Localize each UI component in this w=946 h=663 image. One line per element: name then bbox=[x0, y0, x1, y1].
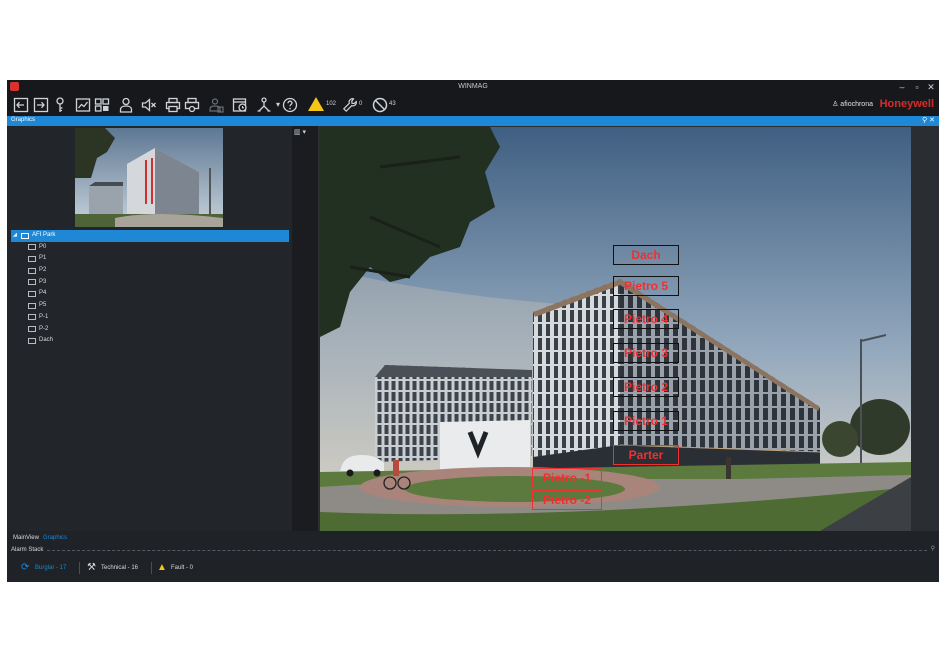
toolbar: ▾ 102 0 43 ♙ afiochrona Honeywell bbox=[7, 94, 939, 116]
alarm-technical-label: Technical - 16 bbox=[101, 565, 139, 571]
tree-item-label: P3 bbox=[39, 278, 47, 285]
floor-marker-dach[interactable]: Dach bbox=[613, 245, 679, 265]
tree-item-label: P2 bbox=[39, 267, 47, 274]
floor-marker-pietro-2[interactable]: Pietro 2 bbox=[613, 377, 679, 397]
tree-root-afi-park[interactable]: ◢ AFI Park bbox=[11, 230, 289, 242]
preview-thumbnail[interactable] bbox=[75, 128, 223, 227]
dashboard-icon[interactable] bbox=[93, 96, 111, 114]
logout-icon[interactable] bbox=[12, 96, 30, 114]
pin-icon[interactable]: ⚲ bbox=[922, 117, 927, 124]
brand-logo: Honeywell bbox=[879, 98, 934, 110]
technical-count: 0 bbox=[359, 101, 363, 107]
divider bbox=[47, 550, 927, 551]
floor-marker-pietro-minus-1[interactable]: Pietro -1 bbox=[532, 468, 602, 488]
user-icon[interactable] bbox=[117, 96, 135, 114]
help-icon[interactable] bbox=[281, 96, 299, 114]
tree-item[interactable]: P-1 bbox=[11, 312, 289, 324]
chart-icon[interactable] bbox=[74, 96, 92, 114]
tree-item[interactable]: P4 bbox=[11, 288, 289, 300]
mute-icon[interactable] bbox=[140, 96, 158, 114]
map-node-icon bbox=[28, 267, 36, 274]
floor-marker-pietro-1[interactable]: Pietro 1 bbox=[613, 411, 679, 431]
map-node-icon bbox=[28, 337, 36, 344]
alarm-fault[interactable]: ▲ Fault - 0 bbox=[157, 561, 217, 575]
floor-marker-pietro-4[interactable]: Pietro 4 bbox=[613, 309, 679, 329]
map-node-icon bbox=[28, 255, 36, 262]
floor-marker-pietro-5[interactable]: Pietro 5 bbox=[613, 276, 679, 296]
navigation-pane: ◢ AFI Park P0 P1 P2 P3 P4 P5 P-1 P-2 Dac… bbox=[7, 126, 292, 531]
tree-item[interactable]: P0 bbox=[11, 242, 289, 254]
alarm-stack: ⟳ Burglar - 17 ⚒ Technical - 16 ▲ Fault … bbox=[7, 557, 939, 579]
map-node-icon bbox=[28, 244, 36, 251]
key-icon[interactable] bbox=[51, 96, 69, 114]
window-title: WINMAG bbox=[458, 83, 488, 90]
tree-root-label: AFI Park bbox=[32, 232, 56, 238]
warning-count: 102 bbox=[326, 101, 337, 107]
alarm-fault-label: Fault - 0 bbox=[171, 565, 194, 571]
close-button[interactable]: ✕ bbox=[924, 81, 938, 93]
tree-item[interactable]: Dach bbox=[11, 335, 289, 347]
warning-icon[interactable] bbox=[308, 97, 324, 111]
wrench-icon: ⚒ bbox=[87, 562, 96, 573]
separator bbox=[79, 562, 80, 574]
tree-item-label: P-2 bbox=[39, 325, 49, 332]
panel-title: Graphics bbox=[11, 117, 36, 123]
floor-marker-pietro-3[interactable]: Pietro 3 bbox=[613, 343, 679, 363]
building-rendering bbox=[320, 127, 911, 531]
maximize-button[interactable]: ▫ bbox=[910, 81, 924, 93]
panel-close-icon[interactable]: ✕ bbox=[929, 117, 935, 124]
report-icon[interactable] bbox=[231, 96, 249, 114]
map-node-icon bbox=[21, 232, 29, 239]
minimize-button[interactable]: – bbox=[895, 81, 909, 93]
alarm-stack-title: Alarm Stack bbox=[11, 547, 44, 553]
tab-mainview[interactable]: MainView bbox=[11, 533, 41, 543]
print-preview-icon[interactable] bbox=[183, 96, 201, 114]
floor-marker-parter[interactable]: Parter bbox=[613, 445, 679, 465]
pane-splitter[interactable] bbox=[292, 126, 318, 531]
tree-item-label: P1 bbox=[39, 255, 47, 262]
tree-item-label: P5 bbox=[39, 302, 47, 309]
tree-item[interactable]: P2 bbox=[11, 265, 289, 277]
blocked-icon[interactable] bbox=[371, 96, 389, 114]
separator bbox=[151, 562, 152, 574]
tree-item[interactable]: P1 bbox=[11, 253, 289, 265]
collapse-icon[interactable]: ◢ bbox=[13, 230, 17, 242]
object-tree: ◢ AFI Park P0 P1 P2 P3 P4 P5 P-1 P-2 Dac… bbox=[11, 230, 289, 347]
graphics-panel-header: Graphics ⚲ ✕ bbox=[7, 116, 939, 126]
alarm-technical[interactable]: ⚒ Technical - 16 bbox=[87, 561, 157, 575]
map-node-icon bbox=[28, 302, 36, 309]
blocked-count: 43 bbox=[389, 101, 396, 107]
tree-item-label: P4 bbox=[39, 290, 47, 297]
map-node-icon bbox=[28, 290, 36, 297]
tree-item-label: P-1 bbox=[39, 313, 49, 320]
app-window: WINMAG – ▫ ✕ ▾ 102 0 43 ♙ afiochrona Hon… bbox=[7, 80, 939, 582]
alarm-burglar-label: Burglar - 17 bbox=[35, 565, 67, 571]
warning-icon: ▲ bbox=[157, 562, 167, 573]
tab-graphics[interactable]: Graphics bbox=[41, 533, 69, 543]
user-name: afiochrona bbox=[840, 101, 873, 108]
tree-item[interactable]: P5 bbox=[11, 300, 289, 312]
wrench-icon[interactable] bbox=[341, 96, 359, 114]
tree-item-label: Dach bbox=[39, 337, 54, 344]
title-bar: WINMAG – ▫ ✕ bbox=[7, 80, 939, 94]
print-icon[interactable] bbox=[164, 96, 182, 114]
current-user[interactable]: ♙ afiochrona bbox=[832, 100, 873, 108]
pin-icon[interactable]: ⚲ bbox=[931, 545, 935, 552]
tree-item-label: P0 bbox=[39, 243, 47, 250]
user-disabled-icon bbox=[207, 96, 225, 114]
alarm-stack-header: Alarm Stack ⚲ bbox=[7, 545, 939, 555]
building-graphic[interactable]: Dach Pietro 5 Pietro 4 Pietro 3 Pietro 2… bbox=[320, 127, 911, 531]
map-node-icon bbox=[28, 279, 36, 286]
login-icon[interactable] bbox=[32, 96, 50, 114]
map-icon[interactable]: ▥ ▾ bbox=[294, 128, 306, 136]
map-node-icon bbox=[28, 314, 36, 321]
tree-item[interactable]: P3 bbox=[11, 277, 289, 289]
alarm-burglar[interactable]: ⟳ Burglar - 17 bbox=[21, 561, 81, 575]
map-node-icon bbox=[28, 326, 36, 332]
floor-marker-pietro-minus-2[interactable]: Pietro -2 bbox=[532, 490, 602, 510]
refresh-icon: ⟳ bbox=[21, 562, 30, 573]
tree-item[interactable]: P-2 bbox=[11, 324, 289, 336]
view-tabs: MainView Graphics bbox=[7, 533, 939, 543]
